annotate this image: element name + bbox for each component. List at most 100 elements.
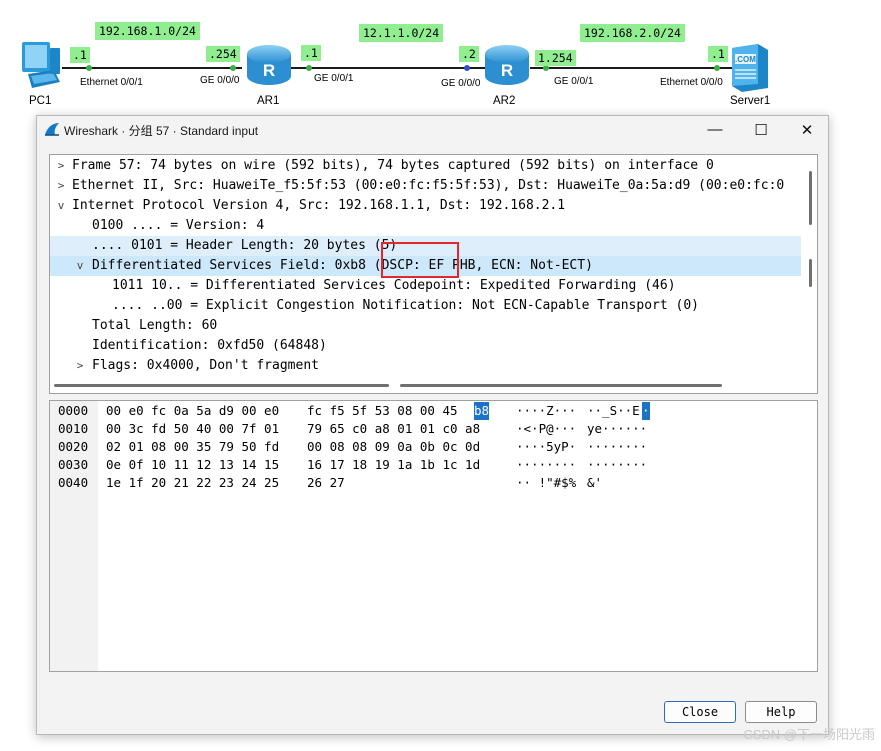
close-button[interactable]: Close bbox=[664, 701, 736, 723]
tree-row-text: Flags: 0x4000, Don't fragment bbox=[92, 358, 319, 373]
pc-icon[interactable] bbox=[14, 40, 66, 92]
tree-row-text: .... ..00 = Explicit Congestion Notifica… bbox=[112, 298, 699, 313]
collapse-arrow-icon[interactable]: v bbox=[74, 256, 86, 276]
network-label-192-168-1-0: 192.168.1.0/24 bbox=[95, 22, 200, 40]
expand-arrow-icon[interactable]: > bbox=[74, 356, 86, 376]
ascii-text[interactable]: ········ bbox=[516, 456, 576, 474]
tree-row-text: Differentiated Services Field: 0xb8 (DSC… bbox=[92, 258, 593, 273]
ascii-text[interactable]: &' bbox=[587, 474, 602, 492]
port-dot-ar2-left bbox=[464, 65, 470, 71]
ip-label-ar2-left: .2 bbox=[459, 46, 479, 62]
ascii-text[interactable]: ····Z··· bbox=[516, 402, 576, 420]
port-label-ar1-right: GE 0/0/1 bbox=[314, 73, 354, 84]
vertical-scrollbar[interactable] bbox=[803, 155, 817, 377]
vertical-scrollbar-thumb[interactable] bbox=[809, 171, 812, 225]
wireshark-packet-window: Wireshark · 分组 57 · Standard input — ☐ ✕… bbox=[36, 115, 829, 735]
port-dot-ar1-left bbox=[230, 65, 236, 71]
packet-details-tree[interactable]: > Frame 57: 74 bytes on wire (592 bits),… bbox=[49, 154, 818, 394]
ip-label-ar1-right: .1 bbox=[301, 45, 321, 61]
hex-bytes[interactable]: 1e 1f 20 21 22 23 24 25 bbox=[106, 474, 279, 492]
maximize-button[interactable]: ☐ bbox=[738, 116, 784, 143]
hex-offset: 0000 bbox=[58, 403, 89, 418]
ascii-selected-char[interactable]: · bbox=[642, 402, 650, 420]
tree-row-text: .... 0101 = Header Length: 20 bytes (5) bbox=[92, 238, 398, 253]
tree-row-frame[interactable]: > Frame 57: 74 bytes on wire (592 bits),… bbox=[50, 156, 801, 176]
tree-row-dscp[interactable]: 1011 10.. = Differentiated Services Code… bbox=[50, 276, 801, 296]
horizontal-scrollbar[interactable] bbox=[50, 377, 817, 393]
tree-row-version[interactable]: 0100 .... = Version: 4 bbox=[50, 216, 801, 236]
hex-bytes[interactable]: 16 17 18 19 1a 1b 1c 1d bbox=[307, 456, 480, 474]
vertical-scrollbar-thumb[interactable] bbox=[809, 259, 812, 287]
router-icon[interactable]: R bbox=[482, 42, 532, 88]
expand-arrow-icon[interactable]: > bbox=[55, 176, 67, 196]
tree-row-identification[interactable]: Identification: 0xfd50 (64848) bbox=[50, 336, 801, 356]
watermark: CSDN @下一场阳光雨 bbox=[743, 727, 875, 742]
device-label-ar1: AR1 bbox=[257, 95, 280, 107]
port-label-ar2-left: GE 0/0/0 bbox=[441, 78, 481, 89]
hex-bytes[interactable]: 00 e0 fc 0a 5a d9 00 e0 bbox=[106, 402, 279, 420]
server-icon[interactable]: .COM bbox=[728, 40, 772, 92]
tree-row-flags[interactable]: > Flags: 0x4000, Don't fragment bbox=[50, 356, 801, 376]
device-label-pc1: PC1 bbox=[29, 95, 52, 107]
hex-bytes[interactable]: 02 01 08 00 35 79 50 fd bbox=[106, 438, 279, 456]
minimize-button[interactable]: — bbox=[692, 116, 738, 143]
ascii-text[interactable]: ·· !"#$% bbox=[516, 474, 576, 492]
tree-row-text: 1011 10.. = Differentiated Services Code… bbox=[112, 278, 676, 293]
close-window-button[interactable]: ✕ bbox=[784, 116, 830, 143]
ascii-text[interactable]: ········ bbox=[587, 456, 647, 474]
server-com-text: .COM bbox=[735, 55, 756, 64]
ip-label-ar1-left: .254 bbox=[206, 46, 240, 62]
link-ar2-server1 bbox=[530, 67, 740, 69]
port-label-ar2-right: GE 0/0/1 bbox=[554, 76, 594, 87]
hex-selected-byte[interactable]: b8 bbox=[474, 402, 490, 420]
tree-row-text: Total Length: 60 bbox=[92, 318, 218, 333]
tree-row-ethernet[interactable]: > Ethernet II, Src: HuaweiTe_f5:5f:53 (0… bbox=[50, 176, 801, 196]
hex-bytes[interactable]: 00 3c fd 50 40 00 7f 01 bbox=[106, 420, 279, 438]
ascii-text[interactable]: ····5yP· bbox=[516, 438, 576, 456]
ascii-text[interactable]: ··_S··E bbox=[587, 402, 640, 420]
expand-arrow-icon[interactable]: > bbox=[55, 156, 67, 176]
wireshark-fin-icon bbox=[45, 123, 59, 136]
network-topology: 192.168.1.0/24 12.1.1.0/24 192.168.2.0/2… bbox=[0, 0, 881, 115]
ip-label-server1: .1 bbox=[708, 46, 728, 62]
help-button[interactable]: Help bbox=[745, 701, 817, 723]
packet-bytes-pane[interactable]: 0000 00 e0 fc 0a 5a d9 00 e0 fc f5 5f 53… bbox=[49, 400, 818, 672]
dscp-highlight-box bbox=[381, 242, 459, 278]
hex-offset: 0040 bbox=[58, 475, 89, 490]
ip-label-pc1: .1 bbox=[70, 47, 90, 63]
device-label-server1: Server1 bbox=[730, 95, 771, 107]
port-dot-ar1-right bbox=[306, 65, 312, 71]
hex-bytes[interactable]: 79 65 c0 a8 01 01 c0 a8 bbox=[307, 420, 480, 438]
device-label-ar2: AR2 bbox=[493, 95, 516, 107]
tree-row-ecn[interactable]: .... ..00 = Explicit Congestion Notifica… bbox=[50, 296, 801, 316]
collapse-arrow-icon[interactable]: v bbox=[55, 196, 67, 216]
tree-row-text: Identification: 0xfd50 (64848) bbox=[92, 338, 327, 353]
network-label-192-168-2-0: 192.168.2.0/24 bbox=[580, 24, 685, 42]
hex-offset: 0010 bbox=[58, 421, 89, 436]
hex-bytes[interactable]: 0e 0f 10 11 12 13 14 15 bbox=[106, 456, 279, 474]
network-label-12-1-1-0: 12.1.1.0/24 bbox=[359, 24, 444, 42]
port-label-server1: Ethernet 0/0/0 bbox=[660, 77, 723, 88]
port-dot-pc1 bbox=[86, 65, 92, 71]
port-label-pc1: Ethernet 0/0/1 bbox=[80, 77, 143, 88]
router-glyph: R bbox=[501, 61, 513, 80]
hex-bytes[interactable]: 26 27 bbox=[307, 474, 345, 492]
router-icon[interactable]: R bbox=[244, 42, 294, 88]
hex-offset: 0020 bbox=[58, 439, 89, 454]
ip-label-ar2-right: 1.254 bbox=[535, 50, 576, 66]
tree-row-text: Frame 57: 74 bytes on wire (592 bits), 7… bbox=[72, 158, 714, 173]
tree-row-text: Ethernet II, Src: HuaweiTe_f5:5f:53 (00:… bbox=[72, 178, 785, 193]
hex-bytes[interactable]: fc f5 5f 53 08 00 45 bbox=[307, 402, 458, 420]
ascii-text[interactable]: ye······ bbox=[587, 420, 647, 438]
title-bar[interactable]: Wireshark · 分组 57 · Standard input — ☐ ✕ bbox=[37, 116, 828, 143]
router-glyph: R bbox=[263, 61, 275, 80]
port-label-ar1-left: GE 0/0/0 bbox=[200, 75, 240, 86]
hex-bytes[interactable]: 00 08 08 09 0a 0b 0c 0d bbox=[307, 438, 480, 456]
ascii-text[interactable]: ········ bbox=[587, 438, 647, 456]
horizontal-scrollbar-thumb[interactable] bbox=[54, 384, 389, 387]
tree-row-ipv4[interactable]: v Internet Protocol Version 4, Src: 192.… bbox=[50, 196, 801, 216]
ascii-text[interactable]: ·<·P@··· bbox=[516, 420, 576, 438]
horizontal-scrollbar-thumb[interactable] bbox=[400, 384, 722, 387]
tree-row-total-length[interactable]: Total Length: 60 bbox=[50, 316, 801, 336]
tree-row-text: Internet Protocol Version 4, Src: 192.16… bbox=[72, 198, 566, 213]
